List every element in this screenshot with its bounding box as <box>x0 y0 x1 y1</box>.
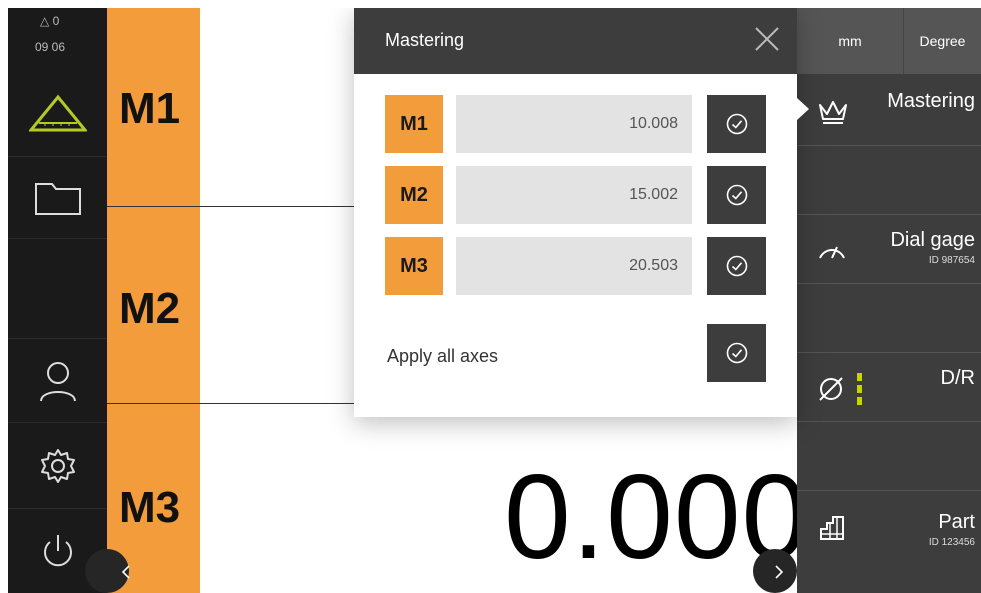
chevron-right-icon <box>775 565 783 579</box>
axis-label: M2 <box>119 284 181 333</box>
function-label: Dial gage <box>890 229 975 251</box>
left-sidebar: △ 0 09 06 <box>8 8 107 593</box>
clock: 09 06 <box>35 40 66 54</box>
check-circle-icon <box>726 255 747 277</box>
dialog-title: Mastering <box>385 30 465 50</box>
warning-count: △ 0 <box>40 14 60 28</box>
confirm-button[interactable] <box>707 166 766 224</box>
axis-divider <box>107 206 361 207</box>
dialog-header: Mastering <box>354 8 797 74</box>
gauge-icon <box>819 246 845 259</box>
part-icon <box>820 516 844 540</box>
unit-header: mm Degree <box>797 8 981 74</box>
close-icon[interactable] <box>752 24 782 54</box>
function-label: D/R <box>940 367 975 389</box>
right-function-panel: Mastering Dial gage ID 987654 D/R Part I… <box>797 8 981 593</box>
function-label: Mastering <box>887 90 975 112</box>
measure-triangle-icon <box>28 94 87 132</box>
page-forward-button[interactable] <box>753 549 797 593</box>
mastering-value-input[interactable]: 15.002 <box>456 166 692 224</box>
apply-all-button[interactable] <box>707 324 766 382</box>
folder-icon <box>34 183 81 215</box>
mastering-value-input[interactable]: 20.503 <box>456 237 692 295</box>
status-indicator <box>857 373 862 406</box>
diameter-icon <box>819 377 843 401</box>
function-slot-empty <box>797 421 981 491</box>
axis-column: M1 M2 M3 <box>107 8 200 593</box>
user-login-button[interactable] <box>8 338 107 423</box>
mastering-dialog: Mastering M1 10.008 M2 15.002 M3 20.503 <box>354 8 797 417</box>
measure-menu-button[interactable] <box>8 70 107 156</box>
function-sub-label: ID 987654 <box>928 255 975 266</box>
check-circle-icon <box>726 184 747 206</box>
angle-unit-button[interactable]: Degree <box>904 8 981 74</box>
function-slot-empty <box>797 283 981 353</box>
axis-m2[interactable]: M2 <box>107 206 200 403</box>
settings-button[interactable] <box>8 422 107 509</box>
axis-tag: M1 <box>385 95 443 153</box>
mastering-function-button[interactable]: Mastering <box>797 74 981 145</box>
mastering-row-m2: M2 15.002 <box>385 166 766 224</box>
axis-divider <box>107 403 361 404</box>
confirm-button[interactable] <box>707 95 766 153</box>
axis-tag: M3 <box>385 237 443 295</box>
mastering-value-input[interactable]: 10.008 <box>456 95 692 153</box>
chevron-left-icon <box>122 565 130 579</box>
check-circle-icon <box>726 342 747 364</box>
part-function-button[interactable]: Part ID 123456 <box>797 490 981 563</box>
gear-icon <box>40 449 75 483</box>
crown-icon <box>819 101 847 124</box>
axis-tag: M2 <box>385 166 443 224</box>
page-back-button[interactable] <box>85 549 130 593</box>
power-icon <box>43 534 72 566</box>
function-sub-label: ID 123456 <box>928 537 975 548</box>
axis-label: M1 <box>119 84 181 133</box>
axis-label: M3 <box>119 483 181 532</box>
check-circle-icon <box>726 113 747 135</box>
axis-m1[interactable]: M1 <box>107 8 200 206</box>
diameter-radius-function-button[interactable]: D/R <box>797 352 981 422</box>
app-frame: △ 0 09 06 M1 M2 M3 0.000 Mastering Dial … <box>8 8 981 593</box>
sidebar-empty <box>8 238 107 339</box>
dial-gage-function-button[interactable]: Dial gage ID 987654 <box>797 214 981 284</box>
status-area: △ 0 09 06 <box>8 8 107 70</box>
mastering-row-m3: M3 20.503 <box>385 237 766 295</box>
user-icon <box>39 362 76 402</box>
apply-all-label: Apply all axes <box>387 346 499 366</box>
file-manager-button[interactable] <box>8 156 107 239</box>
mastering-row-m1: M1 10.008 <box>385 95 766 153</box>
function-slot-empty <box>797 145 981 215</box>
function-label: Part <box>938 511 975 533</box>
length-unit-button[interactable]: mm <box>797 8 903 74</box>
dialog-pointer <box>797 98 809 120</box>
confirm-button[interactable] <box>707 237 766 295</box>
